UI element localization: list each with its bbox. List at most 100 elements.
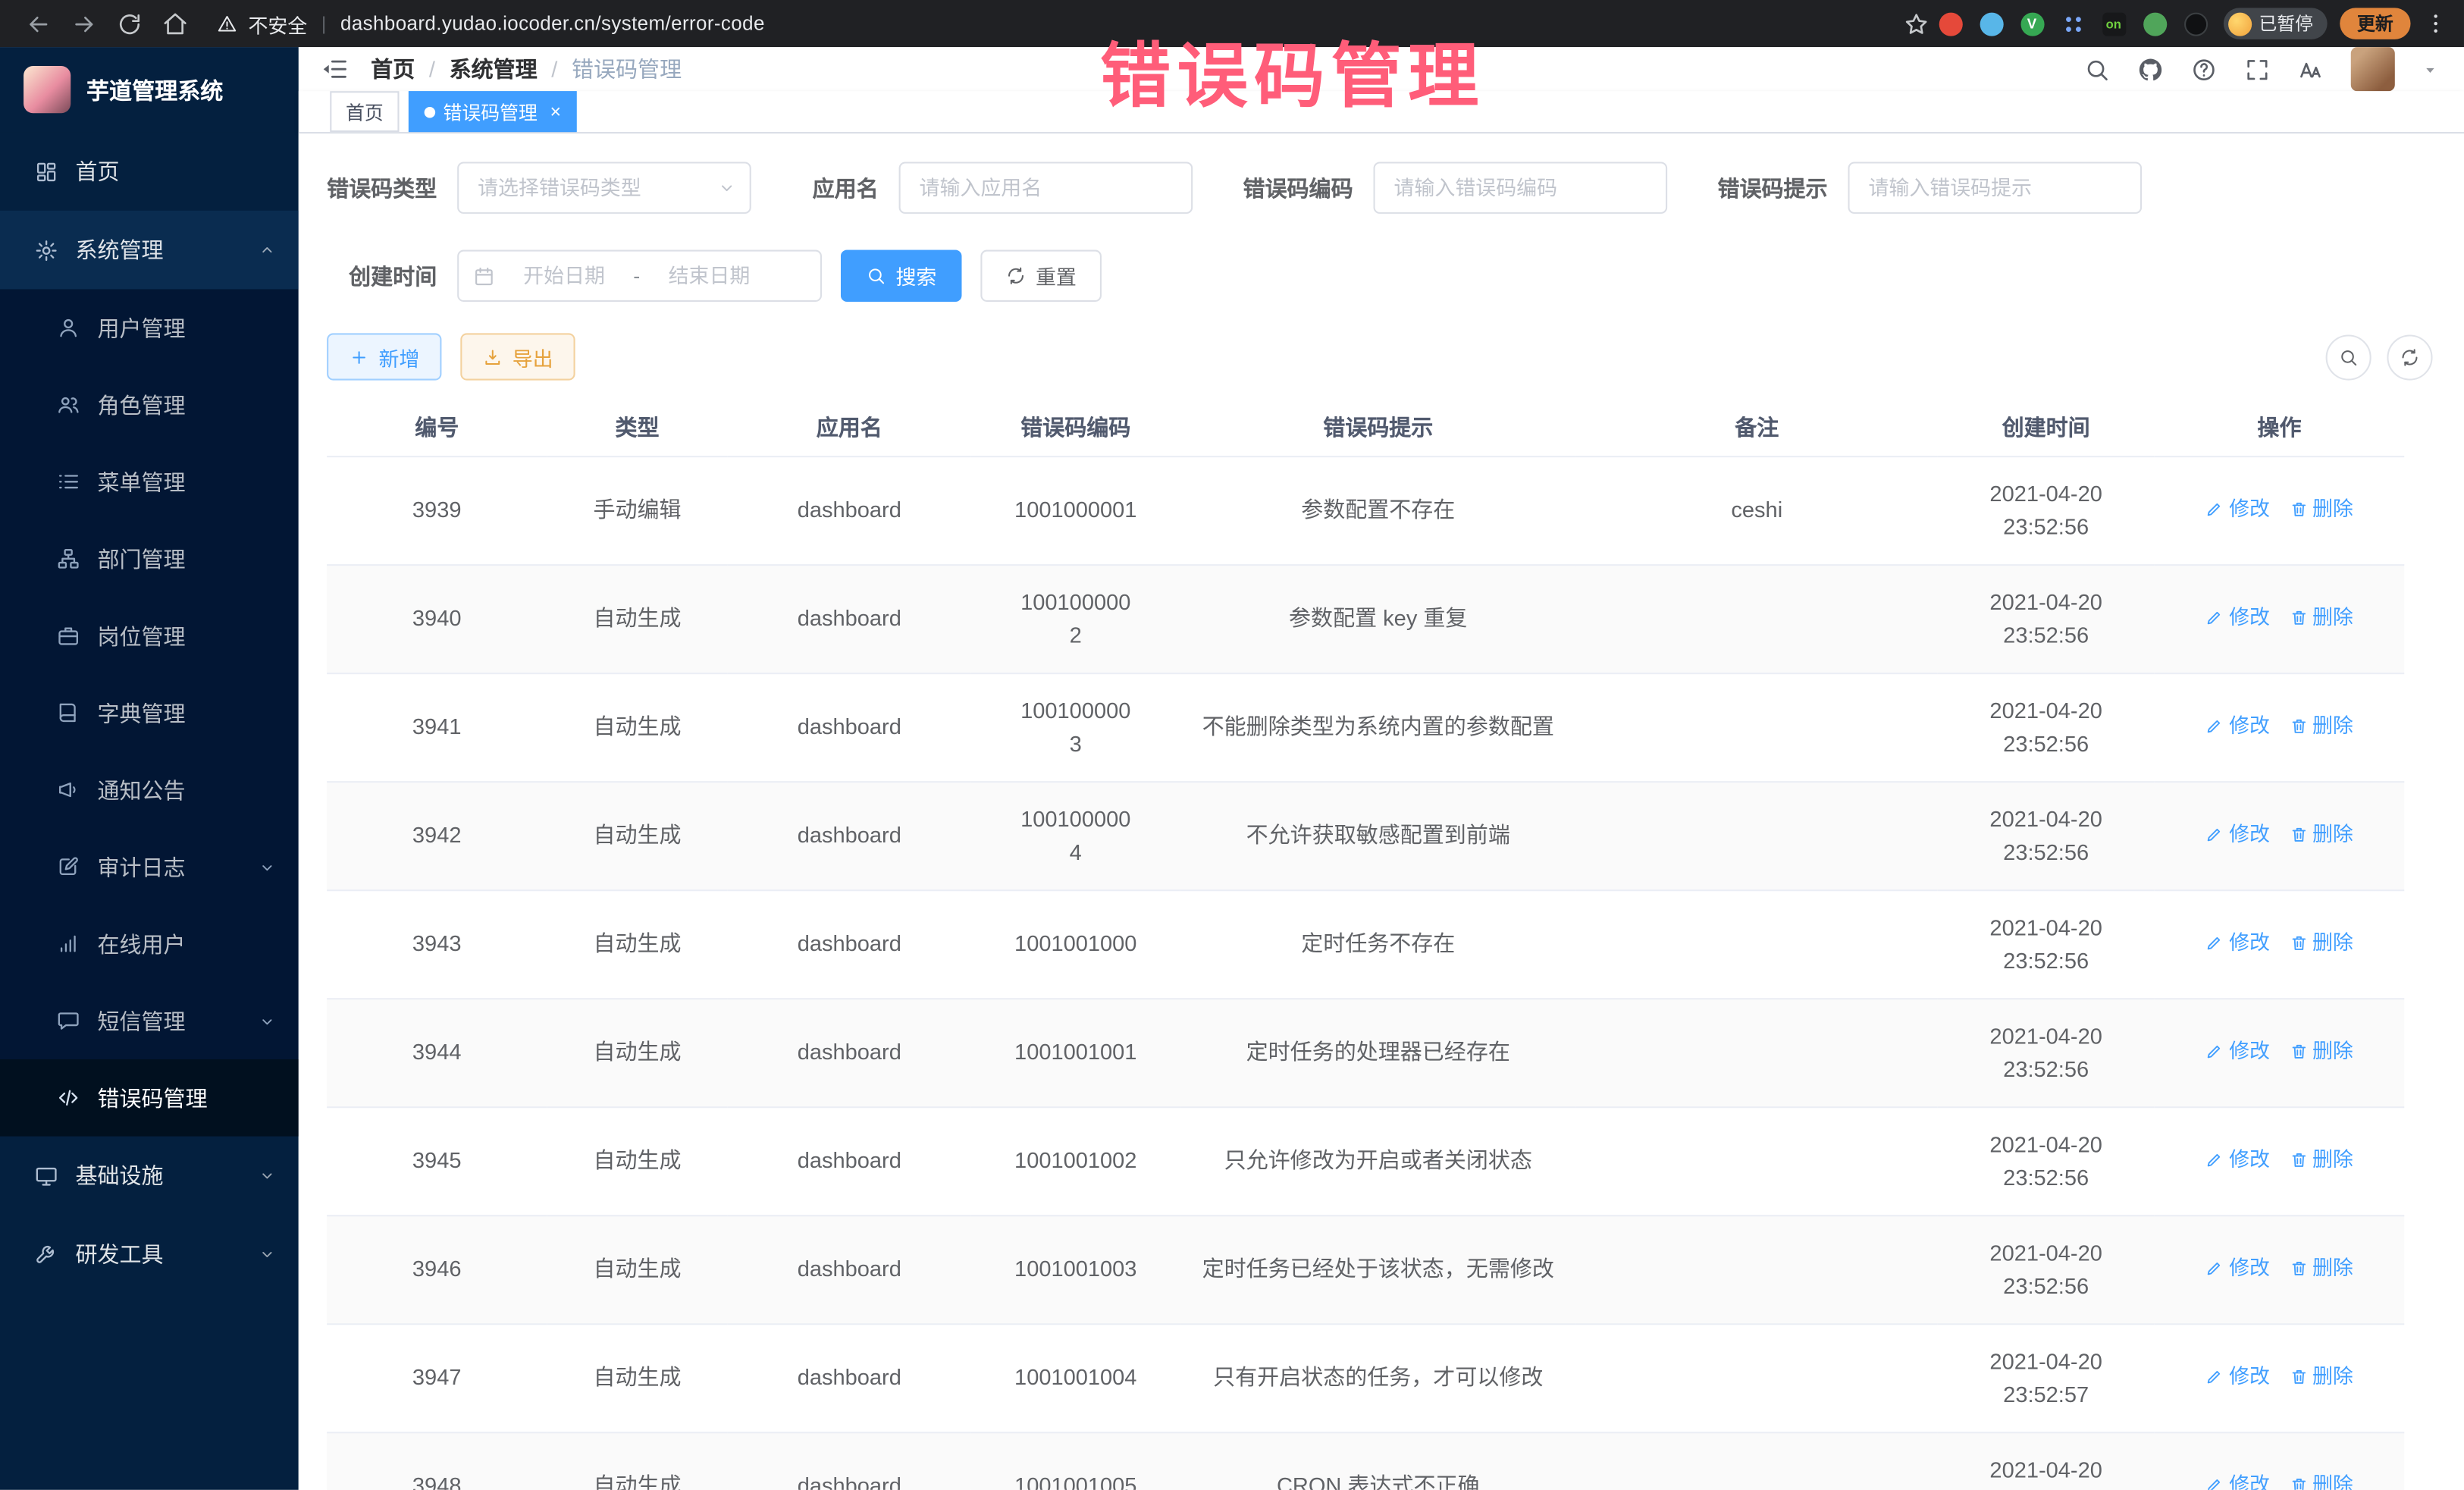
bookmark-star-icon[interactable] — [1902, 10, 1929, 36]
browser-extension-icon[interactable]: V — [2020, 12, 2043, 36]
cell-actions: 修改删除 — [2155, 1215, 2405, 1323]
sidebar-item-error-code[interactable]: 错误码管理 — [0, 1059, 299, 1137]
breadcrumb-item[interactable]: 系统管理 — [450, 53, 538, 84]
browser-extension-icon[interactable] — [1939, 12, 1962, 36]
edit-link[interactable]: 修改 — [2205, 709, 2270, 742]
browser-extension-icon[interactable] — [2061, 12, 2084, 36]
app-logo[interactable]: 芋道管理系统 — [0, 47, 299, 132]
help-icon[interactable] — [2190, 56, 2217, 83]
error-type-select[interactable] — [457, 162, 751, 213]
table-search-toggle-button[interactable] — [2326, 334, 2372, 379]
topbar: 首页/系统管理/错误码管理 — [299, 47, 2464, 91]
cell-time: 2021-04-20 23:52:56 — [1938, 456, 2155, 564]
delete-link[interactable]: 删除 — [2289, 1468, 2353, 1489]
tab-error-code[interactable]: 错误码管理× — [409, 91, 577, 132]
cell-code: 1001000001 — [971, 456, 1180, 564]
sidebar-item-home[interactable]: 首页 — [0, 132, 299, 211]
browser-menu-icon[interactable] — [2423, 11, 2448, 36]
edit-link[interactable]: 修改 — [2205, 1034, 2270, 1068]
table-refresh-button[interactable] — [2387, 334, 2432, 379]
sidebar-item-menu[interactable]: 菜单管理 — [0, 444, 299, 521]
font-size-icon[interactable] — [2297, 56, 2324, 83]
address-bar[interactable]: 不安全 | dashboard.yudao.iocoder.cn/system/… — [217, 8, 765, 38]
delete-link[interactable]: 删除 — [2289, 492, 2353, 525]
filter-label-app: 应用名 — [801, 172, 899, 203]
delete-link[interactable]: 删除 — [2289, 817, 2353, 851]
error-type-select-input[interactable] — [457, 162, 751, 213]
edit-link[interactable]: 修改 — [2205, 1360, 2270, 1393]
browser-extension-icon[interactable]: on — [2102, 12, 2125, 36]
delete-link[interactable]: 删除 — [2289, 1143, 2353, 1176]
search-icon[interactable] — [2083, 56, 2110, 83]
delete-icon — [2289, 1259, 2308, 1278]
browser-chrome: 不安全 | dashboard.yudao.iocoder.cn/system/… — [0, 0, 2464, 47]
delete-link[interactable]: 删除 — [2289, 709, 2353, 742]
browser-forward-button[interactable] — [71, 10, 97, 36]
tab-home[interactable]: 首页 — [330, 91, 399, 132]
cell-type: 自动生成 — [547, 1215, 727, 1323]
online-icon — [57, 932, 80, 955]
fullscreen-icon[interactable] — [2244, 56, 2271, 83]
reset-button[interactable]: 重置 — [980, 250, 1102, 302]
sidebar-item-online-user[interactable]: 在线用户 — [0, 905, 299, 983]
sidebar-item-label: 角色管理 — [98, 389, 186, 420]
sidebar-item-dept[interactable]: 部门管理 — [0, 520, 299, 598]
edit-link[interactable]: 修改 — [2205, 926, 2270, 959]
github-icon[interactable] — [2137, 56, 2164, 83]
user-avatar[interactable] — [2351, 47, 2395, 91]
delete-link[interactable]: 删除 — [2289, 601, 2353, 634]
delete-link[interactable]: 删除 — [2289, 1360, 2353, 1393]
edit-link[interactable]: 修改 — [2205, 1468, 2270, 1489]
delete-link[interactable]: 删除 — [2289, 926, 2353, 959]
sidebar-item-system[interactable]: 系统管理 — [0, 211, 299, 290]
cell-app: dashboard — [728, 998, 971, 1106]
browser-extension-icon[interactable] — [2183, 12, 2207, 36]
cell-hint: 只允许修改为开启或者关闭状态 — [1180, 1106, 1576, 1215]
delete-link[interactable]: 删除 — [2289, 1034, 2353, 1068]
browser-home-button[interactable] — [161, 10, 188, 36]
column-header: 应用名 — [728, 401, 971, 456]
browser-extension-icon[interactable] — [2143, 12, 2166, 36]
edit-icon — [2205, 1150, 2224, 1169]
delete-link[interactable]: 删除 — [2289, 1251, 2353, 1285]
sidebar-item-dict[interactable]: 字典管理 — [0, 674, 299, 751]
cell-id: 3939 — [327, 456, 547, 564]
sidebar-item-post[interactable]: 岗位管理 — [0, 598, 299, 675]
export-button[interactable]: 导出 — [460, 333, 575, 380]
error-hint-input[interactable] — [1848, 162, 2142, 213]
cell-type: 自动生成 — [547, 1432, 727, 1490]
start-date-input[interactable] — [501, 264, 627, 287]
edit-icon — [2205, 825, 2224, 844]
add-button[interactable]: 新增 — [327, 333, 441, 380]
edit-link[interactable]: 修改 — [2205, 1251, 2270, 1285]
browser-reload-button[interactable] — [116, 10, 143, 36]
profile-paused-chip[interactable]: 已暂停 — [2223, 8, 2328, 39]
breadcrumb-item[interactable]: 首页 — [371, 53, 415, 84]
app-name-input[interactable] — [899, 162, 1193, 213]
sidebar-item-sms[interactable]: 短信管理 — [0, 982, 299, 1059]
caret-down-icon[interactable] — [2422, 61, 2439, 78]
sidebar-item-role[interactable]: 角色管理 — [0, 366, 299, 444]
edit-link[interactable]: 修改 — [2205, 1143, 2270, 1176]
browser-extension-icon[interactable] — [1980, 12, 2003, 36]
sidebar-item-devtools[interactable]: 研发工具 — [0, 1215, 299, 1294]
sidebar-item-audit-log[interactable]: 审计日志 — [0, 828, 299, 905]
chevron-down-icon — [258, 1245, 277, 1264]
search-button[interactable]: 搜索 — [841, 250, 962, 302]
sidebar-item-notice[interactable]: 通知公告 — [0, 751, 299, 829]
sidebar-item-infra[interactable]: 基础设施 — [0, 1137, 299, 1216]
edit-link[interactable]: 修改 — [2205, 492, 2270, 525]
edit-link[interactable]: 修改 — [2205, 817, 2270, 851]
breadcrumb-separator: / — [551, 57, 557, 82]
tab-close-icon[interactable]: × — [550, 102, 562, 121]
error-code-input[interactable] — [1374, 162, 1668, 213]
hamburger-icon[interactable] — [321, 55, 349, 83]
date-range-picker[interactable]: - — [457, 250, 822, 302]
cell-actions: 修改删除 — [2155, 673, 2405, 781]
export-button-label: 导出 — [513, 342, 553, 372]
edit-link[interactable]: 修改 — [2205, 601, 2270, 634]
browser-update-button[interactable]: 更新 — [2340, 8, 2410, 39]
end-date-input[interactable] — [647, 264, 773, 287]
sidebar-item-user[interactable]: 用户管理 — [0, 289, 299, 366]
browser-back-button[interactable] — [25, 10, 52, 36]
